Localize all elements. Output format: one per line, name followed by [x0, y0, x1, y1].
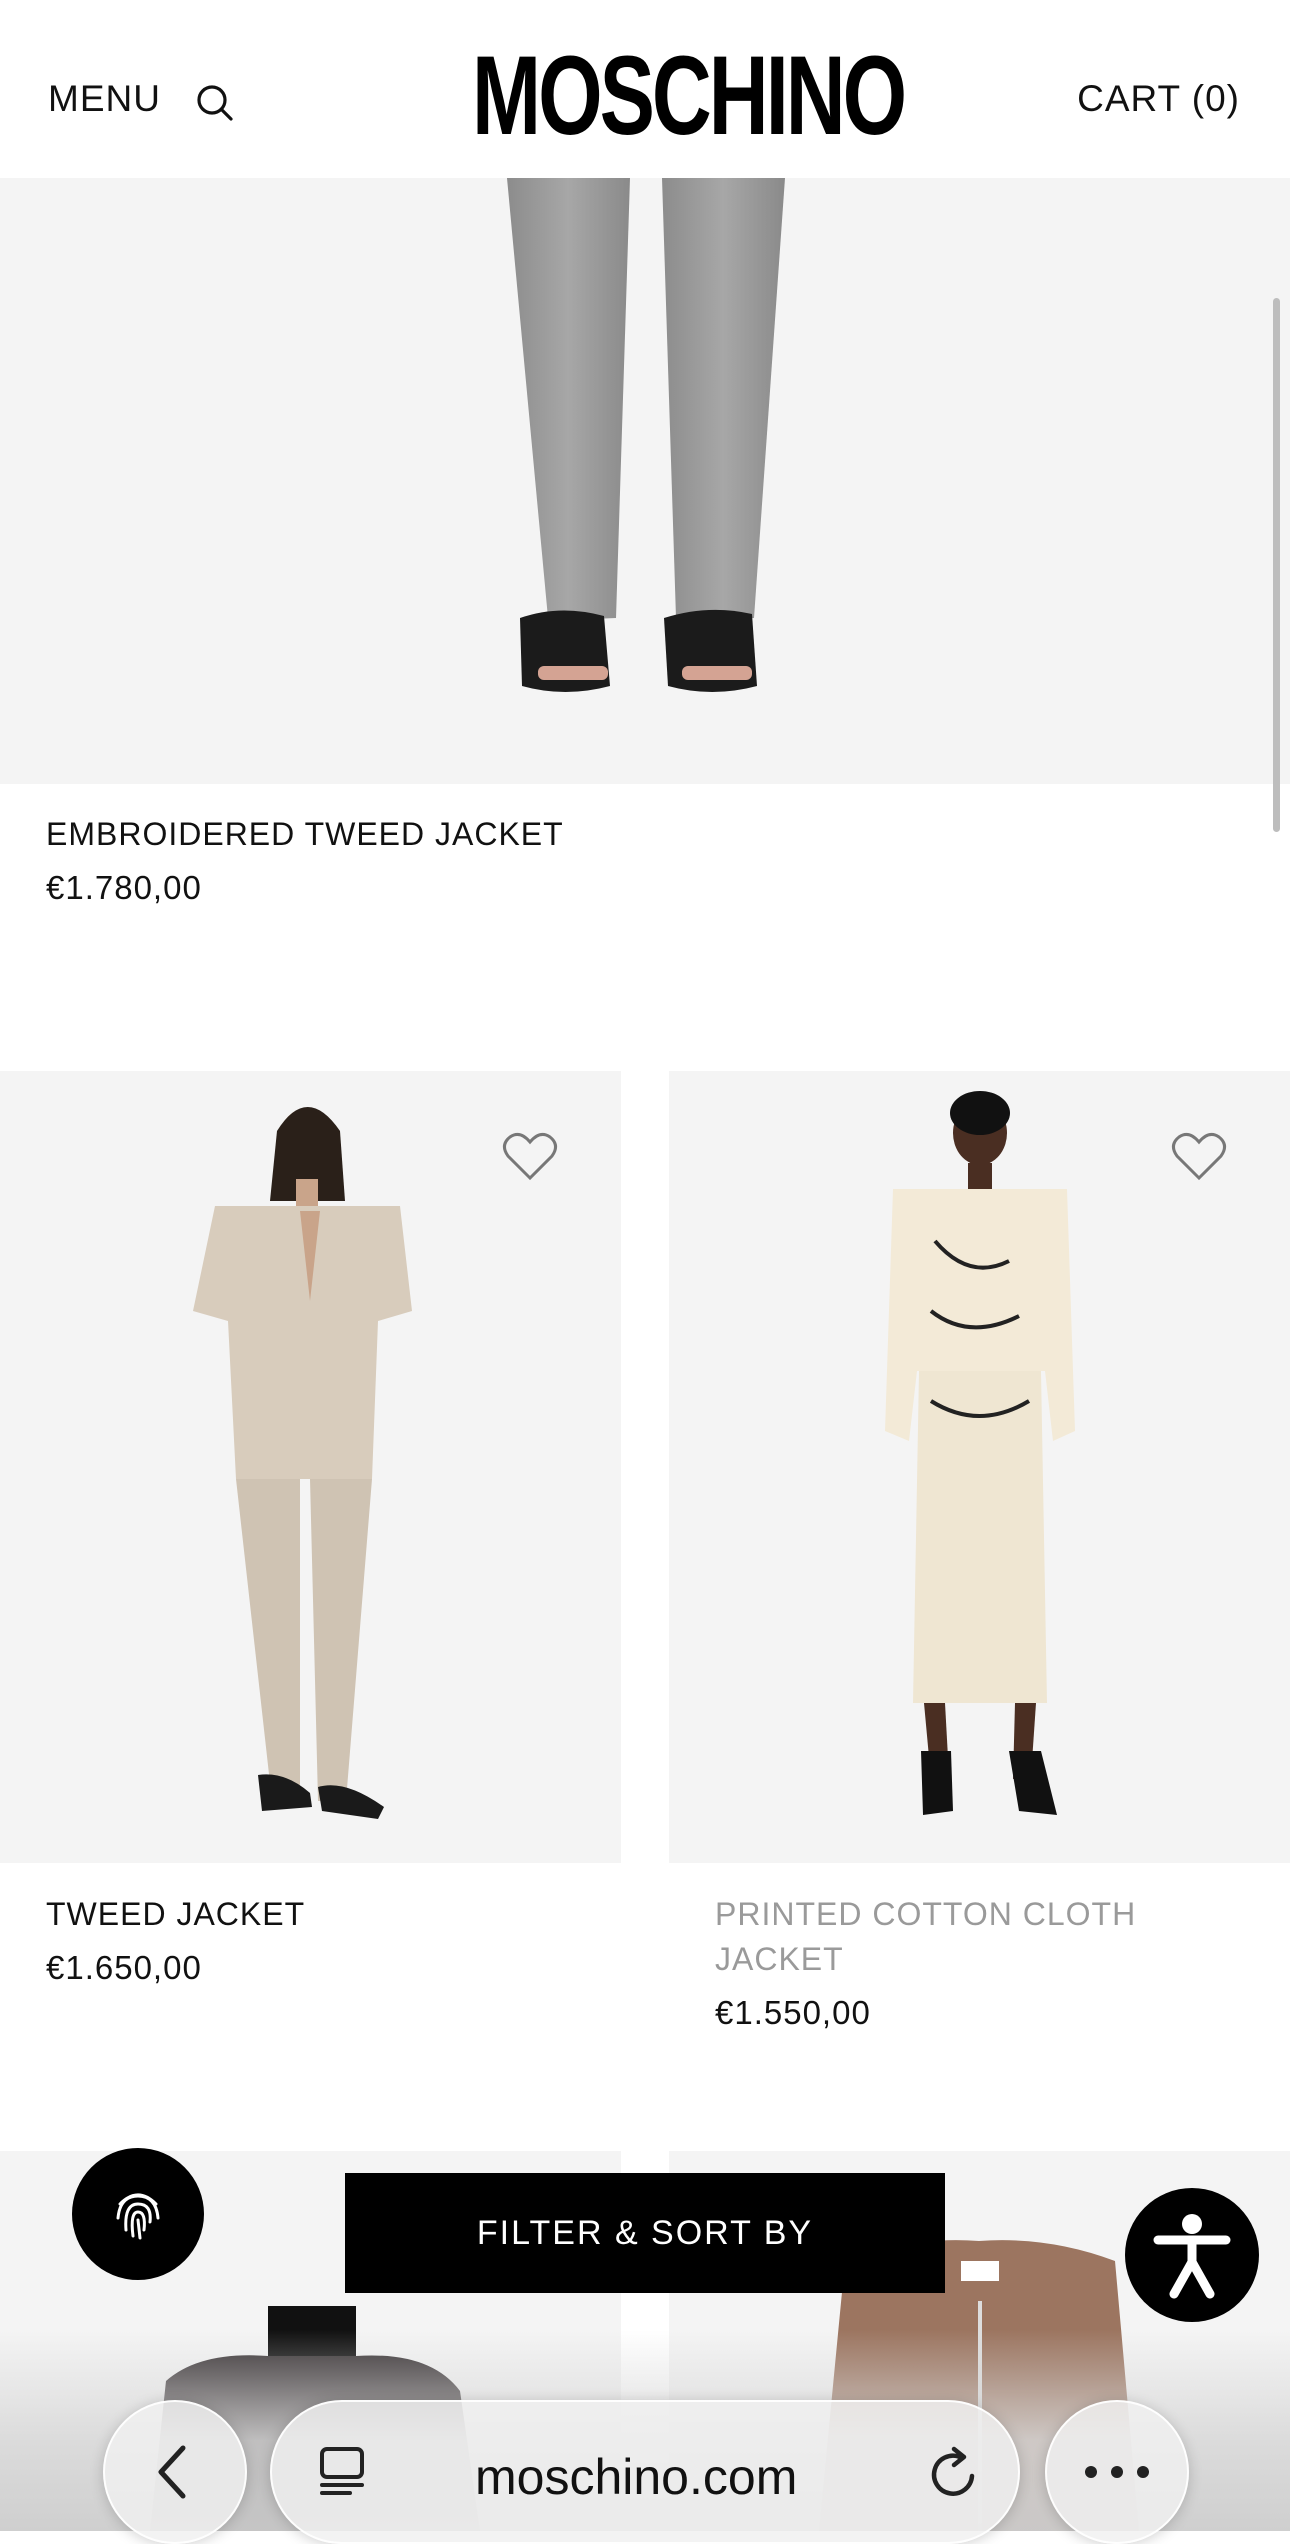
search-icon[interactable] [196, 84, 234, 122]
url-text[interactable]: moschino.com [475, 2448, 797, 2506]
tabs-icon[interactable] [318, 2446, 370, 2496]
menu-button[interactable]: MENU [48, 78, 161, 120]
filter-sort-button[interactable]: FILTER & SORT BY [345, 2173, 945, 2293]
wishlist-heart-icon[interactable] [1171, 1131, 1227, 1183]
product-image[interactable] [669, 1071, 1290, 1863]
product-price: €1.550,00 [715, 1994, 871, 2031]
product-photo [507, 178, 785, 692]
product-photo [885, 1091, 1075, 1815]
product-name[interactable]: PRINTED COTTON CLOTH JACKET [715, 1892, 1136, 1982]
product-price: €1.650,00 [46, 1949, 202, 1986]
product-name[interactable]: TWEED JACKET [46, 1892, 305, 1937]
accessibility-button[interactable] [1125, 2188, 1259, 2322]
fingerprint-icon [116, 2193, 160, 2240]
product-name-line1: PRINTED COTTON CLOTH [715, 1896, 1137, 1932]
product-price: €1.780,00 [46, 869, 202, 906]
more-icon [1085, 2466, 1149, 2478]
reload-icon[interactable] [928, 2446, 980, 2500]
product-name[interactable]: EMBROIDERED TWEED JACKET [46, 812, 564, 857]
scrollbar[interactable] [1273, 298, 1280, 832]
fingerprint-button[interactable] [72, 2148, 204, 2280]
back-button[interactable] [103, 2400, 247, 2544]
back-icon [158, 2445, 186, 2499]
more-button[interactable] [1045, 2400, 1189, 2544]
brand-logo[interactable]: MOSCHINO [472, 40, 907, 152]
accessibility-icon [1153, 2214, 1231, 2299]
product-name-line2: JACKET [715, 1941, 844, 1977]
cart-button[interactable]: CART (0) [1077, 78, 1240, 120]
product-image[interactable] [0, 178, 1290, 784]
product-image[interactable] [0, 1071, 621, 1863]
site-header: MENU MOSCHINO CART (0) [0, 0, 1290, 178]
product-photo [193, 1107, 412, 1819]
wishlist-heart-icon[interactable] [502, 1131, 558, 1183]
